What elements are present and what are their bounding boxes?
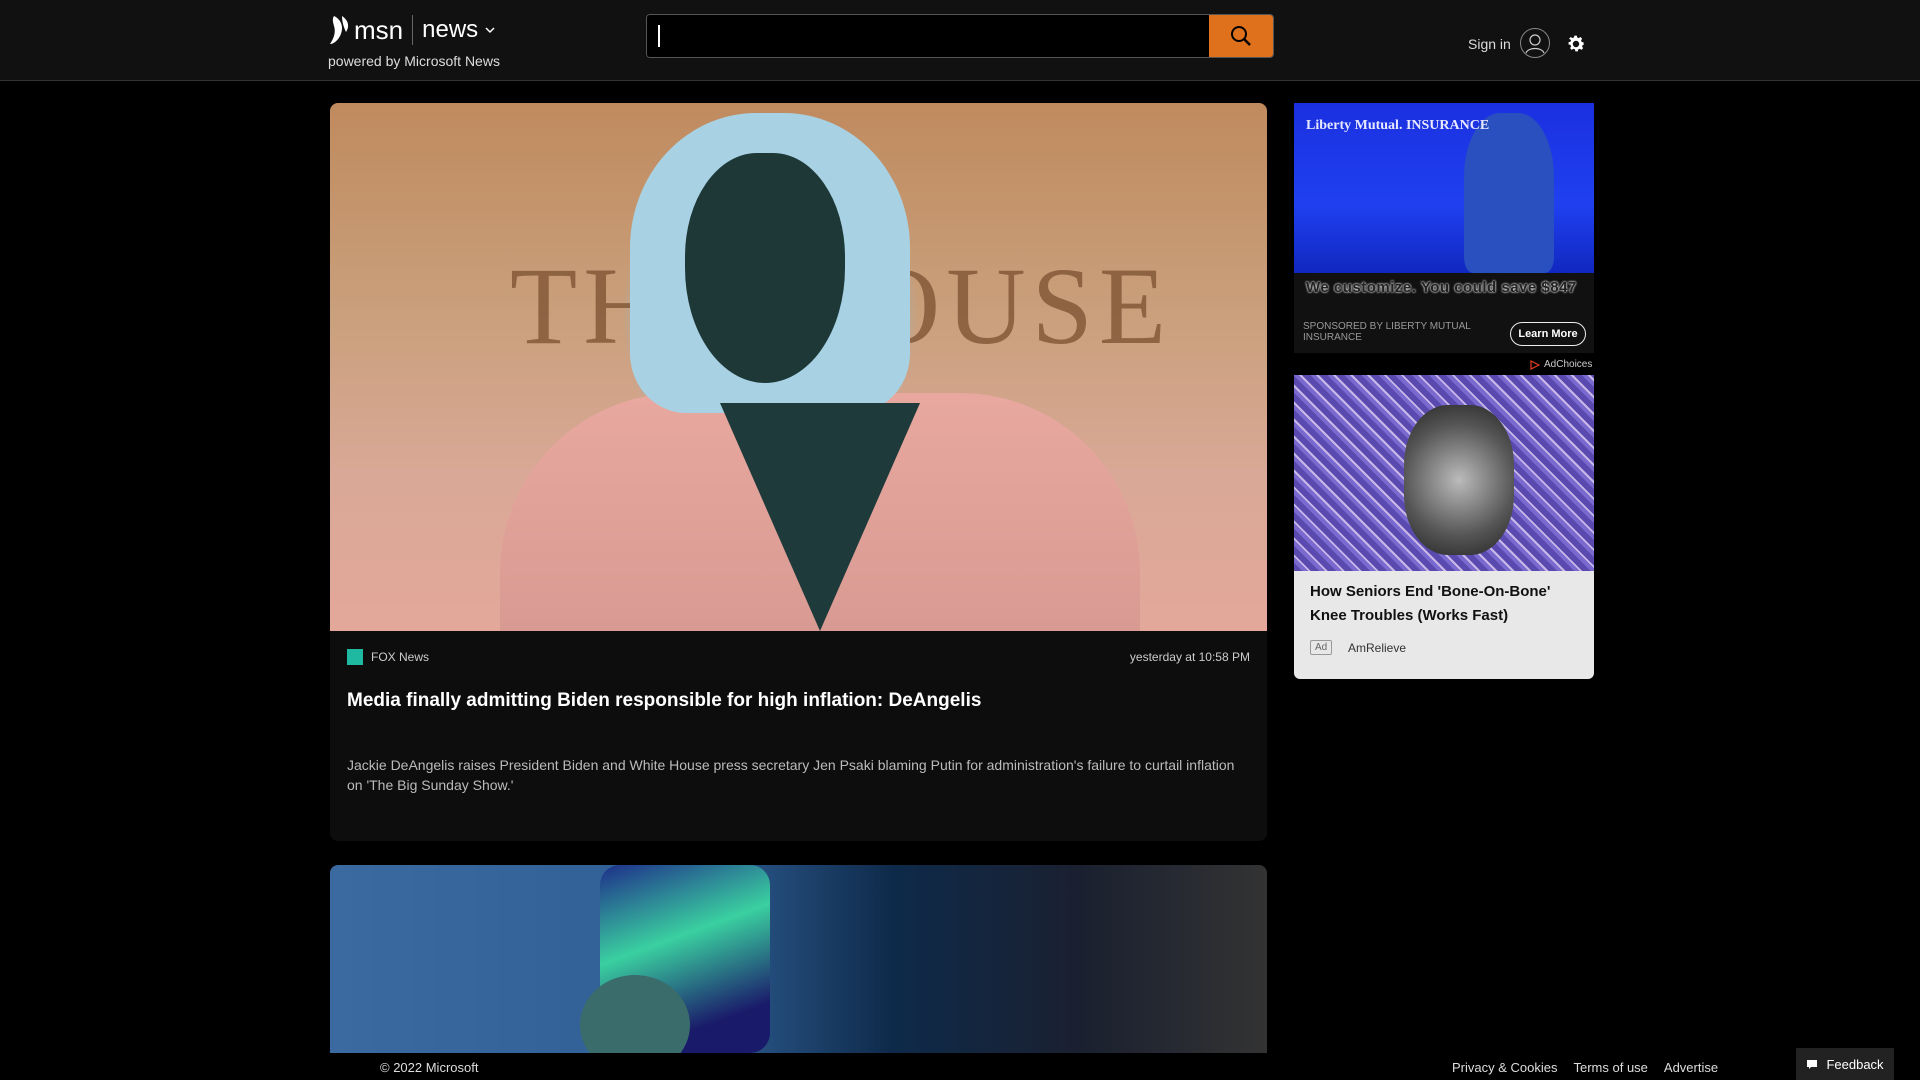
top-header: msn news powered by Microsoft News Sign … bbox=[0, 0, 1920, 81]
ad2-knee-brace bbox=[1404, 405, 1514, 555]
ad1-person-figure bbox=[1464, 113, 1554, 273]
copyright: © 2022 Microsoft bbox=[380, 1060, 479, 1075]
feedback-icon bbox=[1807, 1060, 1818, 1069]
feedback-button[interactable]: Feedback bbox=[1796, 1048, 1894, 1080]
source-name: FOX News bbox=[371, 650, 430, 664]
ad1-image: Liberty Mutual. INSURANCE bbox=[1294, 103, 1594, 273]
ad2-advertiser: AmRelieve bbox=[1348, 641, 1407, 655]
article-source[interactable]: FOX News bbox=[347, 649, 429, 665]
article-timestamp: yesterday at 10:58 PM bbox=[1129, 650, 1250, 664]
sign-in-link[interactable]: Sign in bbox=[1468, 36, 1511, 52]
logo-divider bbox=[412, 15, 414, 45]
section-name[interactable]: news bbox=[422, 16, 478, 44]
adchoices-link[interactable]: AdChoices bbox=[1530, 359, 1592, 370]
msn-butterfly-icon bbox=[330, 16, 349, 44]
article-headline[interactable]: Media finally admitting Biden responsibl… bbox=[347, 690, 1247, 712]
learn-more-button[interactable]: Learn More bbox=[1510, 322, 1586, 346]
feedback-label: Feedback bbox=[1826, 1056, 1884, 1072]
footer: © 2022 Microsoft Privacy & Cookies Terms… bbox=[0, 1054, 1920, 1080]
avatar[interactable] bbox=[1520, 28, 1550, 58]
hero-figure-face bbox=[685, 153, 845, 383]
chevron-down-icon[interactable] bbox=[484, 24, 496, 36]
adchoices-icon bbox=[1530, 359, 1540, 370]
ad1-brand-logo: Liberty Mutual. INSURANCE bbox=[1306, 118, 1490, 133]
user-icon bbox=[1525, 34, 1545, 54]
ad2-title[interactable]: How Seniors End 'Bone-On-Bone' Knee Trou… bbox=[1310, 580, 1580, 628]
article-card-2-image[interactable] bbox=[330, 865, 1267, 1053]
msn-logo-text: msn bbox=[354, 14, 404, 45]
article-summary: Jackie DeAngelis raises President Biden … bbox=[347, 757, 1235, 793]
ad1-tagline: We customize. You could save $847 bbox=[1306, 279, 1577, 296]
ad-amrelieve[interactable]: How Seniors End 'Bone-On-Bone' Knee Trou… bbox=[1294, 375, 1594, 679]
adchoices-label: AdChoices bbox=[1544, 359, 1593, 370]
search-input[interactable] bbox=[647, 15, 1207, 57]
article-card[interactable]: THE HOUSE FOX News yesterday at 10:58 PM… bbox=[330, 103, 1267, 841]
text-cursor bbox=[658, 25, 660, 47]
advertise-link[interactable]: Advertise bbox=[1664, 1060, 1718, 1075]
search-box bbox=[646, 14, 1274, 58]
ad2-image bbox=[1294, 375, 1594, 571]
footer-links: Privacy & Cookies Terms of use Advertise bbox=[1452, 1060, 1718, 1075]
gear-icon[interactable] bbox=[1565, 33, 1587, 55]
ad-liberty-mutual[interactable]: Liberty Mutual. INSURANCE We customize. … bbox=[1294, 103, 1594, 353]
privacy-link[interactable]: Privacy & Cookies bbox=[1452, 1060, 1557, 1075]
source-logo-icon bbox=[347, 649, 363, 665]
photo-credit bbox=[1255, 885, 1263, 1005]
ad-badge: Ad bbox=[1310, 640, 1333, 655]
search-button[interactable] bbox=[1209, 15, 1273, 57]
brand[interactable]: msn news powered by Microsoft News bbox=[328, 12, 500, 70]
article-hero-image[interactable]: THE HOUSE bbox=[330, 103, 1267, 631]
powered-by: powered by Microsoft News bbox=[328, 53, 500, 69]
search-icon bbox=[1231, 26, 1251, 46]
ad1-sponsor: SPONSORED BY LIBERTY MUTUAL INSURANCE bbox=[1303, 321, 1471, 343]
terms-link[interactable]: Terms of use bbox=[1573, 1060, 1647, 1075]
